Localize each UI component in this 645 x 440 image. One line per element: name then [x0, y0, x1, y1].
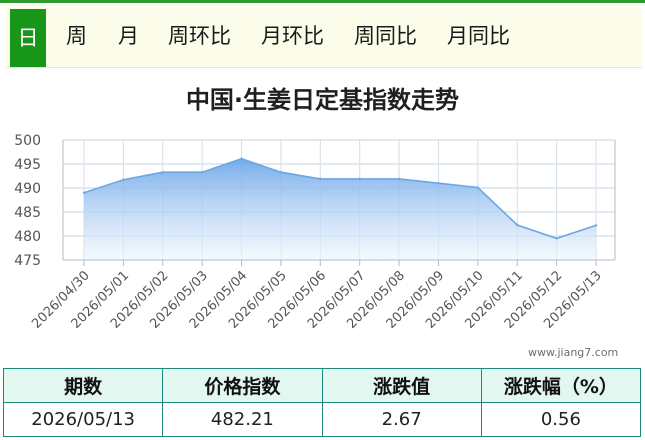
area-layer — [82, 157, 598, 260]
cell-price-index: 482.21 — [162, 402, 323, 437]
y-tick-label: 500 — [14, 133, 41, 149]
data-point — [82, 191, 86, 194]
data-point — [279, 170, 283, 174]
data-point — [437, 182, 440, 185]
header-change-value: 涨跌值 — [321, 368, 482, 403]
y-tick-label: 475 — [14, 253, 41, 269]
tab-week-on-week[interactable]: 周环比 — [168, 5, 231, 67]
data-point — [476, 186, 480, 189]
y-tick-label: 480 — [14, 229, 41, 245]
series-area — [84, 158, 596, 260]
header-price-index: 价格指数 — [162, 368, 323, 403]
data-point — [161, 170, 164, 174]
data-point — [200, 170, 204, 174]
cell-change-percent: 0.56 — [480, 402, 642, 437]
period-tab-bar: 日 周 月 周环比 月环比 周同比 月同比 — [6, 5, 642, 68]
y-tick-label: 485 — [14, 205, 41, 221]
data-point — [358, 177, 361, 181]
tab-day[interactable]: 日 — [10, 9, 46, 67]
watermark: www.jiang7.com — [528, 346, 619, 359]
data-point — [555, 237, 558, 240]
data-point — [594, 224, 598, 227]
data-point — [397, 177, 401, 181]
chart-title: 中国·生姜日定基指数走势 — [185, 86, 460, 114]
header-period: 期数 — [2, 368, 164, 403]
index-trend-chart: 4754804854904955002026/04/302026/05/0120… — [14, 133, 616, 332]
latest-index-table: 期数 价格指数 涨跌值 涨跌幅（%） 2026/05/13 482.21 2.6… — [2, 368, 642, 437]
y-tick-label: 495 — [14, 157, 41, 173]
tab-month-year-on-year[interactable]: 月同比 — [447, 5, 510, 67]
tab-month-on-month[interactable]: 月环比 — [261, 5, 324, 67]
header-change-percent: 涨跌幅（%） — [480, 368, 642, 403]
data-point — [122, 178, 125, 182]
data-point — [516, 223, 519, 227]
cell-period: 2026/05/13 — [2, 402, 164, 437]
data-point — [240, 157, 243, 160]
top-accent-line — [0, 0, 645, 3]
tab-week-year-on-year[interactable]: 周同比 — [354, 5, 417, 67]
table-header-row: 期数 价格指数 涨跌值 涨跌幅（%） — [2, 368, 642, 403]
data-point — [319, 177, 322, 181]
tab-month[interactable]: 月 — [118, 5, 139, 67]
y-tick-label: 490 — [14, 181, 41, 197]
cell-change-value: 2.67 — [321, 402, 482, 437]
table-row: 2026/05/13 482.21 2.67 0.56 — [2, 402, 642, 437]
tab-week[interactable]: 周 — [66, 5, 87, 67]
